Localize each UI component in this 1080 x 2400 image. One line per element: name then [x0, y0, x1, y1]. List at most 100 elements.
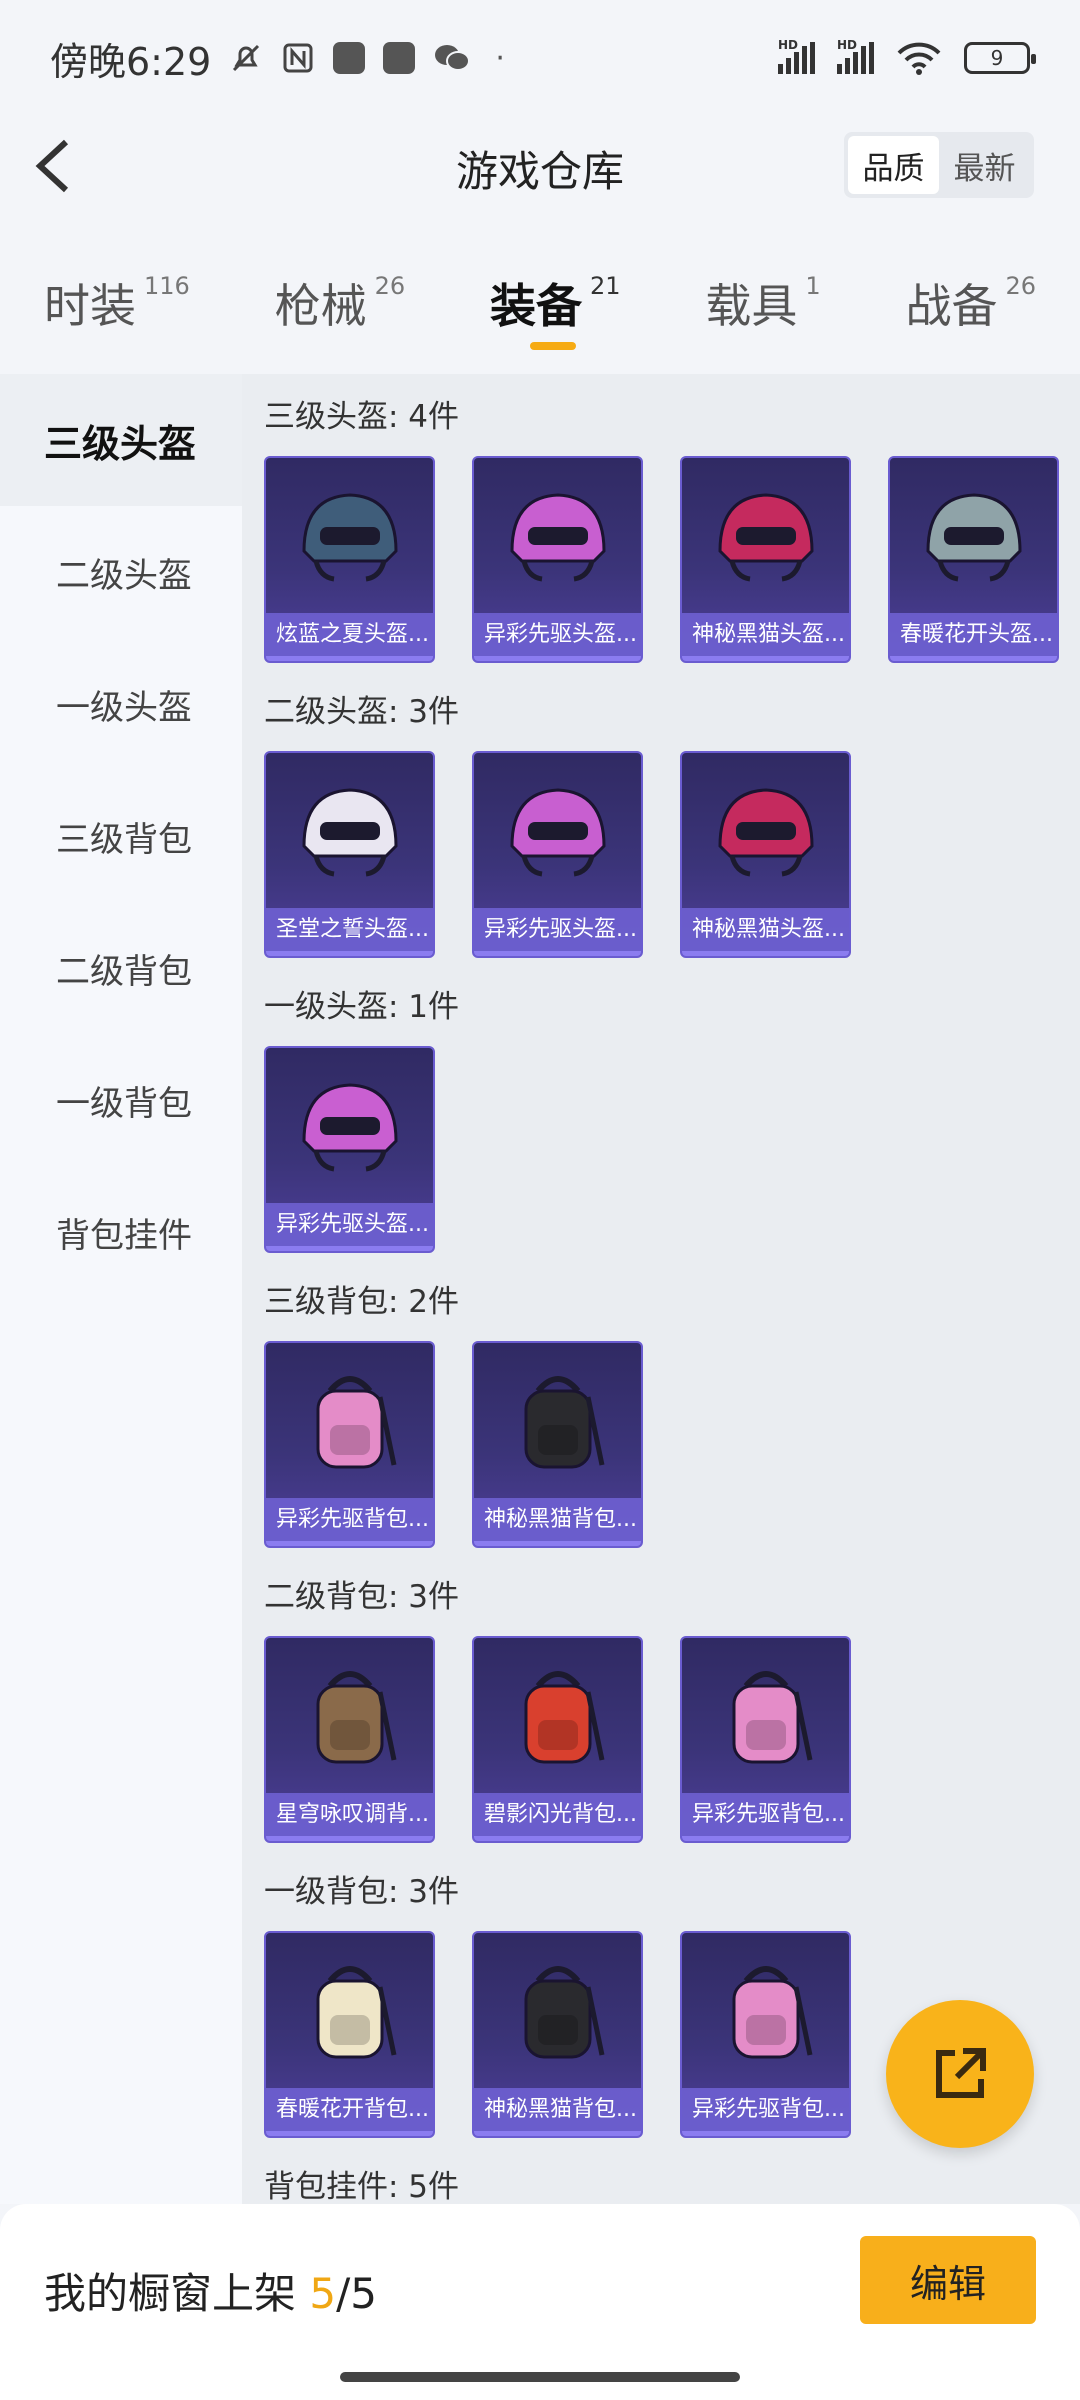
tab-label: 装备: [489, 279, 582, 333]
sidebar-item-level3-backpack[interactable]: 三级背包: [0, 770, 242, 902]
item-grid: 异彩先驱头盔...: [264, 1046, 1080, 1253]
share-external-icon: [936, 2048, 986, 2098]
item-card[interactable]: 神秘黑猫头盔...: [680, 751, 851, 958]
item-card[interactable]: 神秘黑猫背包...: [472, 1341, 643, 1548]
group-title: 一级背包: 3件: [264, 1874, 460, 1910]
showcase-bar: 我的橱窗上架 5/5 编辑: [0, 2204, 1080, 2400]
helmet-icon: [474, 458, 641, 613]
tab-fashion[interactable]: 时装 116: [44, 250, 190, 360]
tab-weapons[interactable]: 枪械 26: [275, 250, 406, 360]
item-name: 神秘黑猫背包...: [474, 1498, 641, 1546]
tab-count: 26: [374, 272, 406, 300]
group-title: 背包挂件: 5件: [264, 2169, 460, 2204]
helmet-icon: [682, 753, 849, 908]
showcase-total-count: 5: [350, 2269, 377, 2318]
item-grid: 星穹咏叹调背... 碧影闪光背包... 异彩先驱背包...: [264, 1636, 1080, 1843]
item-card[interactable]: 春暖花开背包...: [264, 1931, 435, 2138]
tab-supplies[interactable]: 战备 26: [905, 250, 1036, 360]
item-card[interactable]: 异彩先驱背包...: [264, 1341, 435, 1548]
group-title: 三级头盔: 4件: [264, 399, 460, 435]
tab-label: 战备: [905, 279, 998, 333]
helmet-icon: [266, 753, 433, 908]
helmet-icon: [266, 458, 433, 613]
wechat-icon: [435, 45, 471, 71]
item-card[interactable]: 炫蓝之夏头盔...: [264, 456, 435, 663]
wifi-icon: [897, 42, 941, 75]
helmet-icon: [682, 458, 849, 613]
tab-label: 枪械: [274, 279, 367, 333]
tab-count: 26: [1005, 272, 1036, 300]
app-notification-icon: [333, 42, 366, 74]
helmet-icon: [266, 1048, 433, 1203]
item-card[interactable]: 异彩先驱头盔...: [472, 456, 643, 663]
item-card[interactable]: 异彩先驱背包...: [680, 1636, 851, 1843]
tab-count: 116: [144, 272, 190, 300]
item-card[interactable]: 星穹咏叹调背...: [264, 1636, 435, 1843]
group-title: 一级头盔: 1件: [264, 989, 460, 1025]
item-name: 异彩先驱头盔...: [474, 908, 641, 956]
tab-count: 1: [805, 272, 821, 300]
sidebar-item-level1-backpack[interactable]: 一级背包: [0, 1034, 242, 1166]
tab-count: 21: [589, 272, 621, 300]
item-name: 异彩先驱背包...: [266, 1498, 433, 1546]
backpack-icon: [474, 1638, 641, 1793]
backpack-icon: [474, 1343, 641, 1498]
item-name: 异彩先驱背包...: [682, 1793, 849, 1841]
status-notification-icons: ·: [229, 41, 505, 76]
item-card[interactable]: 圣堂之誓头盔...: [264, 751, 435, 958]
item-name: 神秘黑猫背包...: [474, 2088, 641, 2136]
sidebar-item-level1-helmet[interactable]: 一级头盔: [0, 638, 242, 770]
tab-label: 时装: [44, 279, 136, 333]
item-grid: 炫蓝之夏头盔... 异彩先驱头盔... 神秘黑猫头盔... 春暖花开头盔...: [264, 456, 1080, 663]
sidebar-item-backpack-charm[interactable]: 背包挂件: [0, 1166, 242, 1298]
category-sidebar: 三级头盔 二级头盔 一级头盔 三级背包 二级背包 一级背包 背包挂件: [0, 374, 242, 2204]
sort-toggle: 品质 最新: [844, 132, 1034, 198]
nfc-icon: [283, 43, 313, 73]
item-card[interactable]: 异彩先驱头盔...: [472, 751, 643, 958]
sort-option-newest[interactable]: 最新: [939, 136, 1030, 194]
backpack-icon: [266, 1343, 433, 1498]
backpack-icon: [682, 1933, 849, 2088]
item-card[interactable]: 神秘黑猫头盔...: [680, 456, 851, 663]
backpack-icon: [682, 1638, 849, 1793]
tab-equipment[interactable]: 装备 21: [490, 250, 621, 360]
item-grid: 异彩先驱背包... 神秘黑猫背包...: [264, 1341, 1080, 1548]
item-list[interactable]: 三级头盔: 4件 炫蓝之夏头盔... 异彩先驱头盔... 神秘黑猫头盔... 春暖花开头…: [242, 374, 1080, 2204]
share-button[interactable]: [886, 2000, 1034, 2148]
item-card[interactable]: 春暖花开头盔...: [888, 456, 1059, 663]
category-tabs: 时装 116 枪械 26 装备 21 载具 1 战备 26: [0, 250, 1080, 360]
item-name: 春暖花开背包...: [266, 2088, 433, 2136]
app-header: 游戏仓库 品质 最新: [0, 116, 1080, 216]
sidebar-item-level2-helmet[interactable]: 二级头盔: [0, 506, 242, 638]
showcase-count-label: 我的橱窗上架 5/5: [44, 2269, 377, 2318]
showcase-current-count: 5: [309, 2269, 337, 2318]
backpack-icon: [266, 1638, 433, 1793]
sort-option-quality[interactable]: 品质: [848, 136, 939, 194]
item-name: 神秘黑猫头盔...: [682, 613, 849, 661]
item-name: 春暖花开头盔...: [890, 613, 1057, 661]
item-name: 星穹咏叹调背...: [266, 1793, 433, 1841]
tab-label: 载具: [705, 279, 798, 333]
item-card[interactable]: 异彩先驱头盔...: [264, 1046, 435, 1253]
sidebar-item-level3-helmet[interactable]: 三级头盔: [0, 374, 242, 506]
helmet-icon: [890, 458, 1057, 613]
battery-icon: 9: [964, 42, 1036, 74]
more-dot: ·: [495, 40, 505, 76]
item-card[interactable]: 异彩先驱背包...: [680, 1931, 851, 2138]
item-name: 圣堂之誓头盔...: [266, 908, 433, 956]
home-indicator[interactable]: [340, 2372, 740, 2382]
backpack-icon: [474, 1933, 641, 2088]
mute-bell-icon: [233, 44, 260, 72]
item-name: 碧影闪光背包...: [474, 1793, 641, 1841]
item-card[interactable]: 碧影闪光背包...: [472, 1636, 643, 1843]
item-name: 神秘黑猫头盔...: [682, 908, 849, 956]
edit-button[interactable]: 编辑: [860, 2236, 1036, 2324]
sidebar-item-level2-backpack[interactable]: 二级背包: [0, 902, 242, 1034]
item-card[interactable]: 神秘黑猫背包...: [472, 1931, 643, 2138]
active-tab-indicator: [529, 342, 576, 350]
item-grid: 圣堂之誓头盔... 异彩先驱头盔... 神秘黑猫头盔...: [264, 751, 1080, 958]
cell-signal-1-icon: HD: [778, 38, 815, 74]
helmet-icon: [474, 753, 641, 908]
item-name: 异彩先驱头盔...: [266, 1203, 433, 1251]
tab-vehicles[interactable]: 载具 1: [705, 250, 820, 360]
